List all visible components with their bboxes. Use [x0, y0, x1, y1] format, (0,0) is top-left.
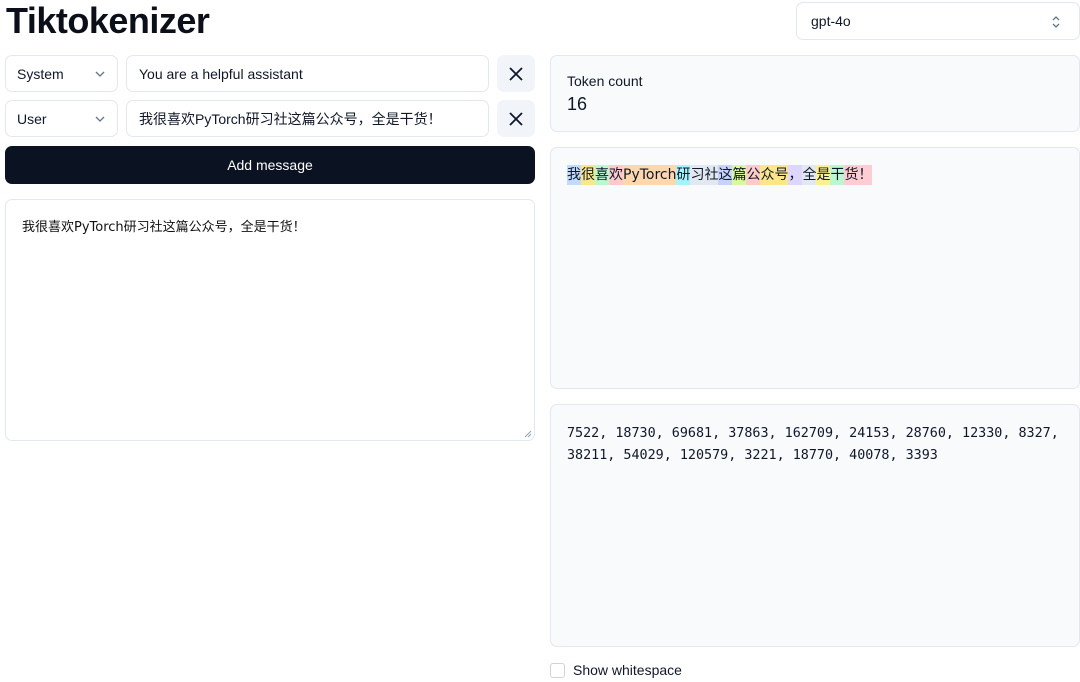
delete-message-button[interactable]: [497, 55, 535, 92]
token-chip[interactable]: PyTorch: [623, 165, 677, 185]
show-whitespace-label: Show whitespace: [573, 662, 682, 678]
token-count-value: 16: [567, 94, 588, 114]
resize-handle-icon[interactable]: [523, 429, 532, 438]
model-select-value: gpt-4o: [811, 13, 851, 29]
token-chip[interactable]: 这: [718, 165, 733, 185]
app-title: Tiktokenizer: [6, 0, 210, 41]
token-chip[interactable]: 篇: [732, 165, 747, 185]
token-chip[interactable]: ，: [788, 165, 803, 185]
tokenized-text: 我很喜欢PyTorch研习社这篇公众号，全是干货！: [567, 165, 873, 185]
token-chip[interactable]: 研: [676, 165, 691, 185]
model-select[interactable]: gpt-4o: [796, 2, 1080, 40]
token-chip[interactable]: 全: [802, 165, 817, 185]
close-icon: [509, 66, 523, 81]
token-chip[interactable]: 很: [581, 165, 595, 185]
chevron-up-down-icon: [1052, 16, 1060, 28]
close-icon: [509, 111, 523, 126]
message-row: User 我很喜欢PyTorch研习社这篇公众号，全是干货！: [5, 100, 535, 137]
message-content-input[interactable]: You are a helpful assistant: [126, 55, 489, 92]
message-content-input[interactable]: 我很喜欢PyTorch研习社这篇公众号，全是干货！: [126, 100, 489, 137]
show-whitespace-checkbox[interactable]: [550, 662, 565, 678]
role-select[interactable]: User: [5, 100, 118, 137]
token-chip[interactable]: 公: [746, 165, 761, 185]
token-chip[interactable]: 是: [816, 165, 831, 185]
chevron-down-icon: [95, 116, 105, 122]
token-chip[interactable]: 我: [567, 165, 581, 185]
role-select-value: System: [17, 65, 64, 82]
token-chip[interactable]: 众号: [760, 165, 789, 185]
token-chip[interactable]: 欢: [609, 165, 623, 185]
prompt-textarea[interactable]: 我很喜欢PyTorch研习社这篇公众号，全是干货！: [5, 199, 535, 441]
token-chip[interactable]: 习社: [690, 165, 719, 185]
tokenized-text-card: 我很喜欢PyTorch研习社这篇公众号，全是干货！: [550, 147, 1080, 389]
chevron-down-icon: [95, 71, 105, 77]
token-count-label: Token count: [567, 73, 643, 89]
token-chip[interactable]: 货！: [844, 165, 873, 185]
token-count-card: Token count 16: [550, 55, 1080, 132]
role-select-value: User: [17, 110, 47, 127]
add-message-button[interactable]: Add message: [5, 146, 535, 184]
show-whitespace-option[interactable]: Show whitespace: [550, 659, 682, 681]
delete-message-button[interactable]: [497, 100, 535, 137]
token-ids-card: 7522, 18730, 69681, 37863, 162709, 24153…: [550, 404, 1080, 647]
prompt-text: 我很喜欢PyTorch研习社这篇公众号，全是干货！: [22, 220, 306, 235]
message-row: System You are a helpful assistant: [5, 55, 535, 92]
token-chip[interactable]: 喜: [595, 165, 609, 185]
role-select[interactable]: System: [5, 55, 118, 92]
token-ids: 7522, 18730, 69681, 37863, 162709, 24153…: [567, 426, 1059, 463]
token-chip[interactable]: 干: [830, 165, 845, 185]
